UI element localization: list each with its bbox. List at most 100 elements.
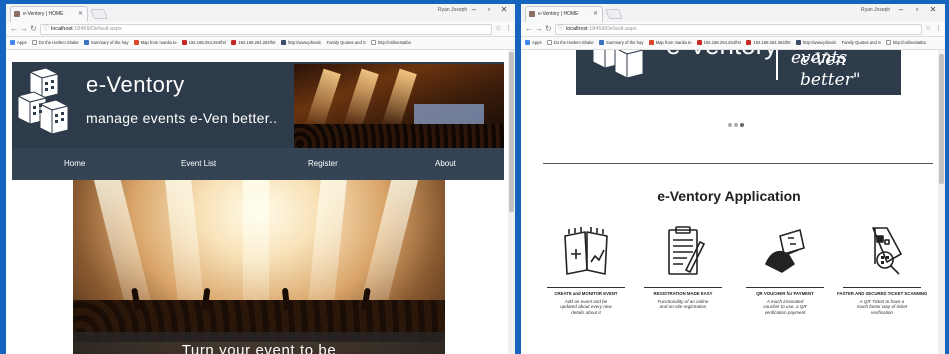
back-icon[interactable]: ←	[10, 24, 18, 33]
bookmark-item[interactable]: Map from manila to	[133, 37, 176, 49]
bookmark-star-icon[interactable]: ☆	[495, 24, 501, 32]
tab-close-icon[interactable]: ✕	[593, 7, 598, 21]
logo-cubes-icon	[592, 50, 645, 79]
nav-about[interactable]: About	[435, 148, 456, 180]
maximize-icon[interactable]: ▫	[911, 5, 923, 14]
feature-card: FASTER AND SECURED TICKET SCANNING A QR …	[837, 224, 927, 315]
bookmark-item[interactable]: Apps	[525, 37, 542, 49]
url-input[interactable]: ⓘ localhost:18459/Default.aspx	[555, 24, 922, 35]
nav-register[interactable]: Register	[308, 148, 338, 180]
bookmark-item[interactable]: http://onlinestatbo	[885, 37, 926, 49]
voucher-icon	[765, 229, 805, 273]
banner-quote-line2: e-Ven better"	[800, 50, 861, 90]
carousel-dot[interactable]	[728, 123, 732, 127]
feature-rule	[746, 287, 824, 288]
url-host: localhost	[566, 26, 588, 32]
feature-desc: A much innovated voucher to use, a QR ve…	[763, 299, 807, 315]
bookmark-item[interactable]: Do the Harlem Shake	[31, 37, 79, 49]
new-tab-button[interactable]	[605, 9, 623, 19]
bookmark-item[interactable]: Apps	[10, 37, 27, 49]
address-bar: ← → ↻ ⓘ localhost:18459/Default.aspx ☆ ⋮	[6, 22, 515, 37]
hero-concert-image: Turn your event to be	[73, 180, 445, 354]
url-path: :18459/Default.aspx	[587, 26, 637, 32]
calendar-icon	[564, 227, 608, 275]
feature-title: QR VOUCHER for PAYMENT	[756, 291, 814, 296]
clipboard-icon	[668, 226, 705, 275]
bookmark-item[interactable]: 192.168.254.254/htr	[181, 37, 226, 49]
scrollbar-thumb[interactable]	[939, 54, 944, 184]
bookmark-item[interactable]: http://onlinestatbo	[370, 37, 411, 49]
forward-icon[interactable]: →	[20, 24, 28, 33]
bookmark-item[interactable]: http://www.phivolc	[795, 37, 836, 49]
reload-icon[interactable]: ↻	[545, 24, 552, 33]
bookmark-item[interactable]: 192.168.254.254/htr	[746, 37, 791, 49]
menu-icon[interactable]: ⋮	[505, 24, 512, 32]
bookmarks-bar: Apps Do the Harlem Shake Summary of the …	[521, 37, 945, 50]
new-tab-button[interactable]	[90, 9, 108, 19]
header-event-photo	[294, 64, 504, 148]
page-info-icon[interactable]: ⓘ	[558, 25, 564, 34]
favicon-icon	[14, 11, 20, 17]
feature-title: FASTER AND SECURED TICKET SCANNING	[837, 291, 928, 296]
tab-close-icon[interactable]: ✕	[78, 7, 83, 21]
address-bar: ← → ↻ ⓘ localhost:18459/Default.aspx ☆ ⋮	[521, 22, 945, 37]
hero-caption: Turn your event to be	[181, 342, 337, 354]
favicon-icon	[529, 11, 535, 17]
banner-brand: e-Ventory	[666, 50, 777, 61]
scrollbar[interactable]	[508, 50, 515, 354]
close-window-icon[interactable]: ✕	[927, 5, 939, 14]
bookmark-item[interactable]: 192.168.254.254/htr	[696, 37, 741, 49]
section-title: e-Ventory Application	[657, 188, 801, 204]
feature-desc: Add an event and be updated about every …	[560, 299, 612, 315]
carousel-dot-active[interactable]	[740, 123, 744, 127]
title-bar: e-Ventory | HOME ✕ Ryan Joseph – ▫ ✕	[521, 4, 945, 22]
bookmark-item[interactable]: Summary of the hay	[598, 37, 643, 49]
forward-icon[interactable]: →	[535, 24, 543, 33]
tab-title: e-Ventory | HOME	[23, 11, 64, 17]
title-bar: e-Ventory | HOME ✕ Ryan Joseph – ▫ ✕	[6, 4, 515, 22]
url-input[interactable]: ⓘ localhost:18459/Default.aspx	[40, 24, 492, 35]
bookmark-item[interactable]: Map from manila to	[648, 37, 691, 49]
menu-icon[interactable]: ⋮	[935, 24, 942, 32]
bookmark-item[interactable]: Family Quotes and S	[327, 37, 366, 49]
section-divider	[543, 163, 933, 164]
browser-window-left: e-Ventory | HOME ✕ Ryan Joseph – ▫ ✕ ← →…	[6, 4, 515, 354]
bookmark-star-icon[interactable]: ☆	[925, 24, 931, 32]
bookmark-item[interactable]: Family Quotes and S	[842, 37, 881, 49]
maximize-icon[interactable]: ▫	[483, 5, 495, 14]
tab-title: e-Ventory | HOME	[538, 11, 579, 17]
reload-icon[interactable]: ↻	[30, 24, 37, 33]
bookmark-item[interactable]: Summary of the hay	[83, 37, 128, 49]
scrollbar[interactable]	[938, 50, 945, 354]
browser-window-right: e-Ventory | HOME ✕ Ryan Joseph – ▫ ✕ ← →…	[521, 4, 945, 354]
qr-ticket-icon	[872, 227, 902, 275]
profile-name[interactable]: Ryan Joseph	[861, 7, 890, 13]
carousel-dot[interactable]	[734, 123, 738, 127]
scrollbar-thumb[interactable]	[509, 52, 514, 212]
browser-tab[interactable]: e-Ventory | HOME ✕	[10, 6, 88, 22]
nav-event-list[interactable]: Event List	[181, 148, 216, 180]
site-header: e-Ventory manage events e-Ven better..	[12, 62, 504, 148]
page-viewport: e-Ventory manage events e-Ven better" e-…	[521, 50, 945, 354]
feature-rule	[547, 287, 625, 288]
profile-name[interactable]: Ryan Joseph	[438, 7, 467, 13]
minimize-icon[interactable]: –	[895, 5, 907, 14]
carousel-indicators	[728, 114, 746, 132]
page-info-icon[interactable]: ⓘ	[43, 25, 49, 34]
carousel-banner[interactable]: e-Ventory manage events e-Ven better"	[576, 50, 901, 95]
feature-desc: A QR Ticket to have a much faster way of…	[856, 299, 908, 315]
logo-cubes-icon	[16, 68, 70, 135]
browser-tab[interactable]: e-Ventory | HOME ✕	[525, 6, 603, 22]
minimize-icon[interactable]: –	[468, 5, 480, 14]
brand-tagline: manage events e-Ven better..	[86, 110, 278, 126]
main-nav: Home Event List Register About	[12, 148, 504, 180]
feature-card: REGISTRATION MADE EASY Functionality of …	[638, 224, 728, 310]
bookmark-item[interactable]: Do the Harlem Shake	[546, 37, 594, 49]
back-icon[interactable]: ←	[525, 24, 533, 33]
nav-home[interactable]: Home	[64, 148, 85, 180]
feature-title: REGISTRATION MADE EASY	[653, 291, 713, 296]
bookmark-item[interactable]: 192.168.254.254/htr	[231, 37, 276, 49]
bookmark-item[interactable]: http://www.phivolc	[280, 37, 321, 49]
close-window-icon[interactable]: ✕	[498, 5, 510, 14]
feature-title: CREATE and MONITOR EVENT	[554, 291, 618, 296]
